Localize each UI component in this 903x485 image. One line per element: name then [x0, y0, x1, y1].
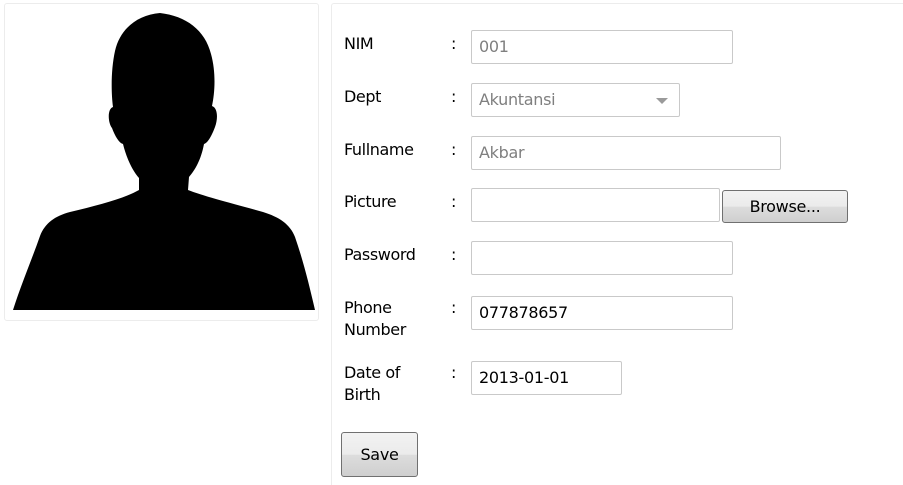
browse-button[interactable]: Browse...: [722, 190, 848, 223]
picture-label: Picture: [344, 192, 397, 211]
profile-photo: [4, 3, 319, 321]
nim-colon: :: [451, 34, 457, 53]
dob-label-line2: Birth: [344, 385, 381, 404]
dept-select[interactable]: Akuntansi: [471, 83, 680, 117]
password-label: Password: [344, 245, 416, 264]
phone-label-line1: Phone: [344, 298, 392, 317]
picture-colon: :: [451, 192, 457, 211]
fullname-input[interactable]: Akbar: [471, 136, 781, 170]
password-colon: :: [451, 245, 457, 264]
person-silhouette-icon: [13, 13, 315, 310]
dob-label-line1: Date of: [344, 363, 400, 382]
dept-select-value: Akuntansi: [479, 90, 556, 109]
dob-colon: :: [451, 363, 457, 382]
nim-input[interactable]: 001: [471, 30, 733, 64]
phone-number-input[interactable]: 077878657: [471, 296, 733, 330]
date-of-birth-input[interactable]: 2013-01-01: [471, 361, 622, 395]
dept-label: Dept: [344, 87, 381, 106]
fullname-label: Fullname: [344, 140, 414, 159]
nim-label: NIM: [344, 34, 374, 53]
phone-label-line2: Number: [344, 320, 406, 339]
picture-path-input[interactable]: [471, 188, 720, 222]
phone-colon: :: [451, 298, 457, 317]
fullname-colon: :: [451, 140, 457, 159]
chevron-down-icon: [656, 98, 668, 104]
dept-colon: :: [451, 87, 457, 106]
password-input[interactable]: [471, 241, 733, 275]
save-button[interactable]: Save: [341, 432, 418, 477]
